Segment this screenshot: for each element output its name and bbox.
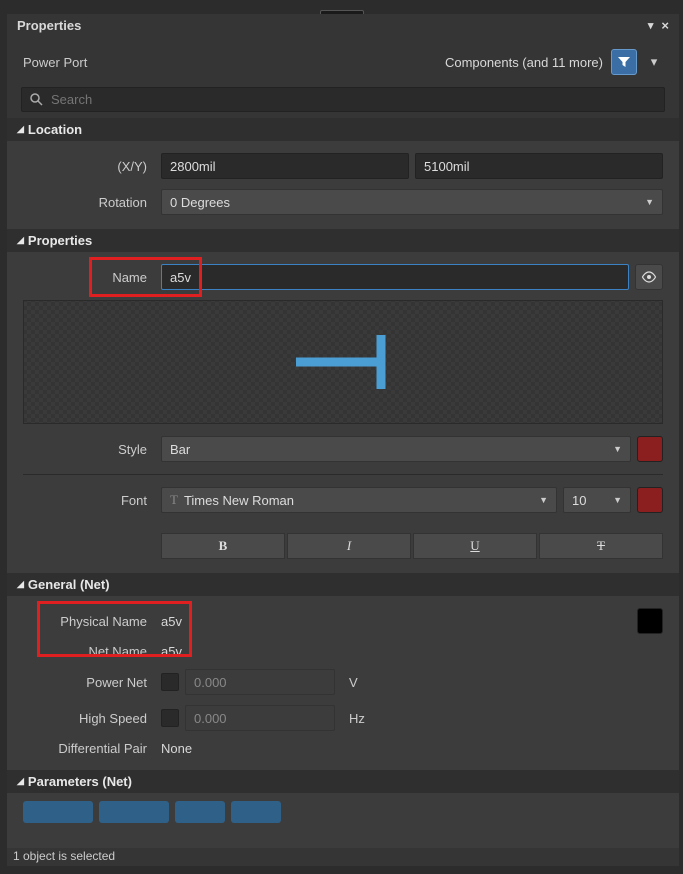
filter-button[interactable] [611, 49, 637, 75]
diff-pair-value: None [161, 741, 192, 756]
panel-header: Properties ▾ × [7, 14, 679, 37]
bar-symbol-icon [288, 327, 398, 397]
pin-icon[interactable]: ▾ [648, 19, 654, 32]
chevron-down-icon: ▼ [539, 495, 548, 505]
search-bar[interactable] [21, 87, 665, 112]
diff-pair-label: Differential Pair [23, 741, 155, 756]
style-select[interactable]: Bar ▼ [161, 436, 631, 462]
filter-dropdown[interactable]: ▾ [645, 49, 663, 75]
physical-name-value: a5v [161, 614, 182, 629]
style-color-swatch[interactable] [637, 436, 663, 462]
divider [23, 474, 663, 475]
chevron-down-icon: ◢ [17, 124, 24, 135]
high-speed-checkbox[interactable] [161, 709, 179, 727]
section-header-properties[interactable]: ◢ Properties [7, 229, 679, 252]
param-pill[interactable] [175, 801, 225, 823]
scroll-body: ◢ Location (X/Y) Rotation 0 Degrees ▼ ◢ … [7, 118, 679, 849]
close-icon[interactable]: × [661, 18, 669, 33]
italic-button[interactable]: I [287, 533, 411, 559]
search-input[interactable] [51, 92, 656, 107]
high-speed-label: High Speed [23, 711, 155, 726]
power-net-unit: V [349, 675, 358, 690]
font-size-select[interactable]: 10 ▼ [563, 487, 631, 513]
status-text: 1 object is selected [13, 849, 115, 863]
param-pill[interactable] [23, 801, 93, 823]
net-color-swatch[interactable] [637, 608, 663, 634]
power-net-label: Power Net [23, 675, 155, 690]
font-family-select[interactable]: T Times New Roman ▼ [161, 487, 557, 513]
chevron-down-icon: ▼ [645, 197, 654, 207]
strikethrough-button[interactable]: T [539, 533, 663, 559]
funnel-icon [617, 55, 631, 69]
chevron-down-icon: ▼ [613, 444, 622, 454]
filter-text: Components (and 11 more) [445, 55, 603, 70]
net-name-value: a5v [161, 644, 182, 659]
context-object: Power Port [23, 55, 87, 70]
power-net-input [185, 669, 335, 695]
name-label: Name [23, 270, 155, 285]
net-name-label: Net Name [23, 644, 155, 659]
status-bar: 1 object is selected [7, 848, 679, 866]
section-body-general-net: Physical Name a5v Net Name a5v Power Net… [7, 596, 679, 770]
context-bar: Power Port Components (and 11 more) ▾ [7, 37, 679, 87]
x-input[interactable] [161, 153, 409, 179]
panel-title: Properties [17, 18, 81, 33]
high-speed-input [185, 705, 335, 731]
chevron-down-icon: ◢ [17, 235, 24, 246]
section-body-properties: Name Style Bar ▼ [7, 252, 679, 573]
bold-button[interactable]: B [161, 533, 285, 559]
param-pill[interactable] [231, 801, 281, 823]
name-input[interactable] [161, 264, 629, 290]
chevron-down-icon: ◢ [17, 776, 24, 787]
section-header-general-net[interactable]: ◢ General (Net) [7, 573, 679, 596]
rotation-label: Rotation [23, 195, 155, 210]
style-label: Style [23, 442, 155, 457]
eye-icon [641, 271, 657, 283]
font-color-swatch[interactable] [637, 487, 663, 513]
style-preview [23, 300, 663, 424]
power-net-checkbox[interactable] [161, 673, 179, 691]
properties-panel: Properties ▾ × Power Port Components (an… [7, 14, 679, 849]
y-input[interactable] [415, 153, 663, 179]
xy-label: (X/Y) [23, 159, 155, 174]
section-header-parameters-net[interactable]: ◢ Parameters (Net) [7, 770, 679, 793]
section-body-parameters-net [7, 793, 679, 849]
section-header-location[interactable]: ◢ Location [7, 118, 679, 141]
search-icon [30, 93, 43, 106]
underline-button[interactable]: U [413, 533, 537, 559]
font-glyph-icon: T [170, 492, 178, 508]
font-label: Font [23, 493, 155, 508]
chevron-down-icon: ◢ [17, 579, 24, 590]
physical-name-label: Physical Name [23, 614, 155, 629]
rotation-select[interactable]: 0 Degrees ▼ [161, 189, 663, 215]
chevron-down-icon: ▼ [613, 495, 622, 505]
high-speed-unit: Hz [349, 711, 365, 726]
section-body-location: (X/Y) Rotation 0 Degrees ▼ [7, 141, 679, 229]
param-pill[interactable] [99, 801, 169, 823]
visibility-button[interactable] [635, 264, 663, 290]
